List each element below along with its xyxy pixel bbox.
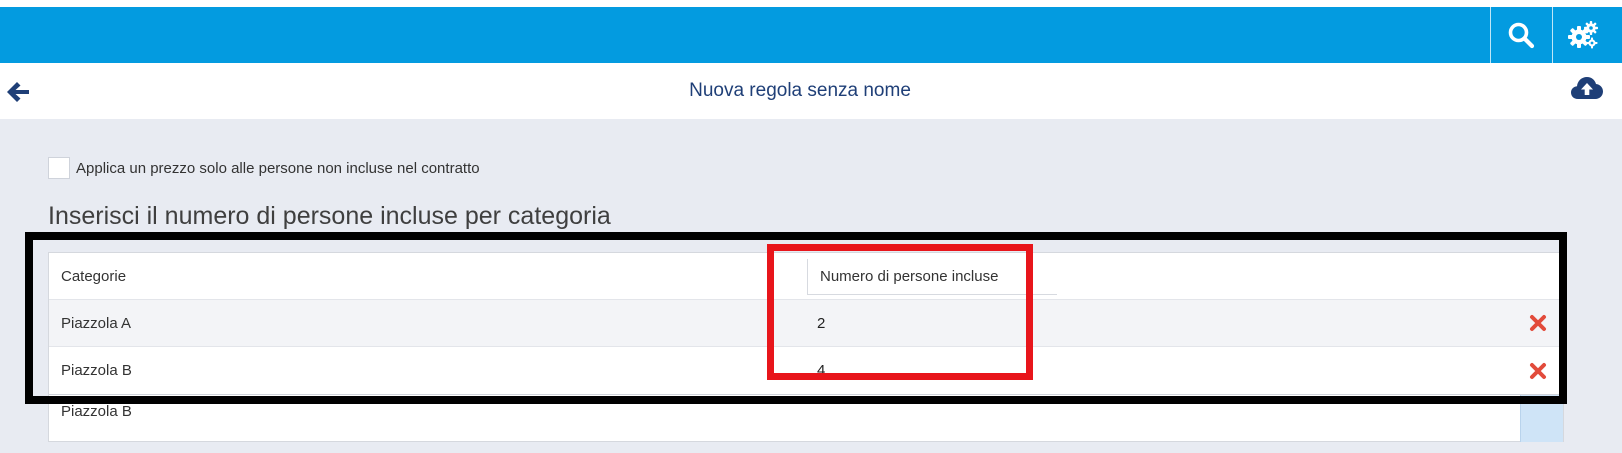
settings-button[interactable]	[1552, 7, 1613, 63]
table-row: Piazzola B 4	[49, 346, 1563, 394]
included-people-input[interactable]: 2	[817, 300, 825, 346]
column-header-categories: Categorie	[61, 267, 127, 285]
add-category-row[interactable]: Piazzola B	[49, 394, 1563, 442]
gears-icon	[1568, 21, 1598, 49]
table-row: Piazzola A 2	[49, 299, 1563, 346]
top-strip	[0, 0, 1622, 7]
categories-table: Categorie Numero di persone incluse Piaz…	[48, 252, 1564, 442]
top-navbar	[0, 7, 1622, 63]
include-only-checkbox-row: Applica un prezzo solo alle persone non …	[48, 156, 480, 180]
category-cell: Piazzola A	[61, 314, 132, 332]
upload-button[interactable]	[1570, 75, 1604, 103]
page-header: Nuova regola senza nome	[0, 63, 1622, 119]
add-category-dropdown-button[interactable]	[1520, 395, 1563, 442]
search-button[interactable]	[1490, 7, 1551, 63]
delete-x-icon	[1530, 315, 1546, 331]
table-header-row: Categorie Numero di persone incluse	[49, 253, 1563, 299]
include-only-checkbox[interactable]	[48, 157, 70, 179]
search-icon	[1508, 22, 1535, 49]
column-header-included-people: Numero di persone incluse	[807, 259, 1057, 295]
section-title: Inserisci il numero di persone incluse p…	[48, 202, 611, 230]
delete-row-button[interactable]	[1529, 314, 1547, 332]
delete-row-button[interactable]	[1529, 362, 1547, 380]
cloud-upload-icon	[1571, 77, 1603, 99]
included-people-input[interactable]: 4	[817, 347, 825, 394]
delete-x-icon	[1530, 363, 1546, 379]
category-cell: Piazzola B	[61, 362, 132, 379]
page-title: Nuova regola senza nome	[689, 80, 911, 101]
include-only-checkbox-label: Applica un prezzo solo alle persone non …	[76, 159, 480, 177]
add-category-select[interactable]: Piazzola B	[61, 403, 132, 420]
